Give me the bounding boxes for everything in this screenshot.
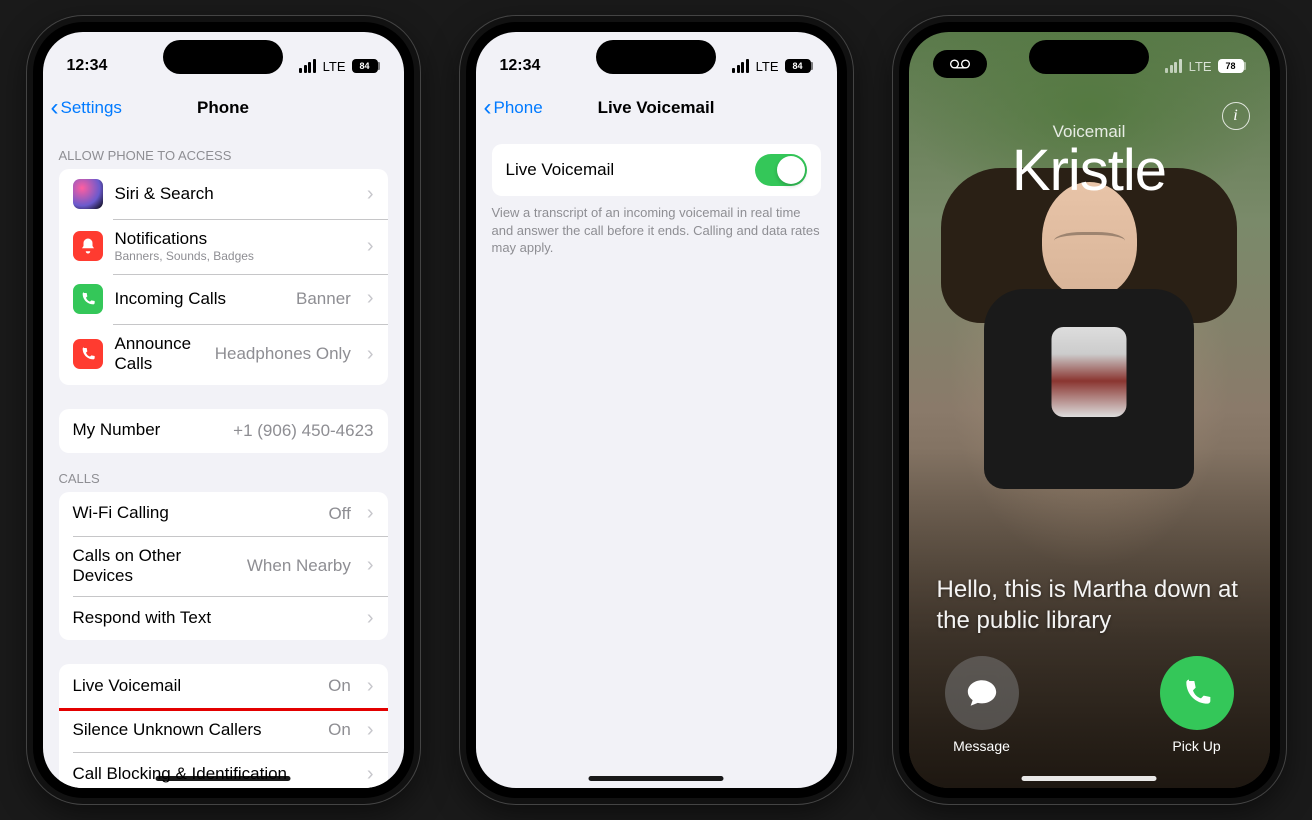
chevron-right-icon: › bbox=[367, 183, 374, 206]
row-siri-search[interactable]: Siri & Search › bbox=[59, 169, 388, 219]
chevron-left-icon: ‹ bbox=[484, 94, 492, 122]
row-label: Incoming Calls bbox=[115, 289, 285, 309]
home-indicator[interactable] bbox=[156, 776, 291, 781]
signal-icon bbox=[299, 59, 316, 73]
chevron-right-icon: › bbox=[367, 343, 374, 366]
dynamic-island bbox=[163, 40, 283, 74]
nav-bar: ‹Phone Live Voicemail bbox=[476, 86, 837, 130]
row-label: Call Blocking & Identification bbox=[73, 764, 351, 784]
cell-group-toggle: Live Voicemail bbox=[492, 144, 821, 196]
battery-icon: 84 bbox=[352, 59, 380, 73]
row-call-blocking[interactable]: Call Blocking & Identification › bbox=[59, 752, 388, 788]
network-label: LTE bbox=[323, 59, 346, 74]
row-announce-calls[interactable]: Announce Calls Headphones Only › bbox=[59, 324, 388, 385]
row-other-devices[interactable]: Calls on Other Devices When Nearby › bbox=[59, 536, 388, 597]
message-button[interactable]: Message bbox=[945, 656, 1019, 754]
phone-icon bbox=[1160, 656, 1234, 730]
phone-announce-icon bbox=[73, 339, 103, 369]
row-notifications[interactable]: NotificationsBanners, Sounds, Badges › bbox=[59, 219, 388, 274]
row-value: When Nearby bbox=[247, 556, 351, 576]
row-label: NotificationsBanners, Sounds, Badges bbox=[115, 229, 351, 264]
back-button[interactable]: ‹Phone bbox=[484, 94, 543, 122]
highlight-live-voicemail: Live Voicemail On › bbox=[59, 664, 388, 711]
row-silence-unknown[interactable]: Silence Unknown Callers On › bbox=[59, 708, 388, 752]
row-value: Banner bbox=[296, 289, 351, 309]
section-footer: View a transcript of an incoming voicema… bbox=[476, 196, 837, 257]
message-icon bbox=[945, 656, 1019, 730]
chevron-right-icon: › bbox=[367, 607, 374, 630]
chevron-right-icon: › bbox=[367, 235, 374, 258]
button-label: Pick Up bbox=[1172, 738, 1220, 754]
row-label: Respond with Text bbox=[73, 608, 351, 628]
status-time: 12:34 bbox=[67, 57, 108, 75]
chevron-right-icon: › bbox=[367, 502, 374, 525]
phone-incoming-icon bbox=[73, 284, 103, 314]
phone-mockup-live-voicemail: 12:34 LTE 84 ‹Phone Live Voicemail Live … bbox=[460, 16, 853, 804]
chevron-right-icon: › bbox=[367, 287, 374, 310]
back-label: Phone bbox=[494, 98, 543, 118]
row-live-voicemail[interactable]: Live Voicemail On › bbox=[59, 664, 388, 708]
row-incoming-calls[interactable]: Incoming Calls Banner › bbox=[59, 274, 388, 324]
network-label: LTE bbox=[756, 59, 779, 74]
button-label: Message bbox=[953, 738, 1010, 754]
battery-icon: 84 bbox=[785, 59, 813, 73]
row-value: On bbox=[328, 720, 351, 740]
row-label: Silence Unknown Callers bbox=[73, 720, 317, 740]
row-label: Live Voicemail bbox=[73, 676, 317, 696]
call-overlay: Voicemail Kristle Hello, this is Martha … bbox=[909, 32, 1270, 788]
home-indicator[interactable] bbox=[1022, 776, 1157, 781]
toggle-switch[interactable] bbox=[755, 154, 807, 186]
row-wifi-calling[interactable]: Wi-Fi Calling Off › bbox=[59, 492, 388, 536]
chevron-right-icon: › bbox=[367, 675, 374, 698]
home-indicator[interactable] bbox=[589, 776, 724, 781]
back-button[interactable]: ‹Settings bbox=[51, 94, 122, 122]
row-label: Wi-Fi Calling bbox=[73, 503, 317, 523]
dynamic-island bbox=[596, 40, 716, 74]
row-label: Live Voicemail bbox=[506, 160, 743, 180]
section-header-calls: CALLS bbox=[43, 453, 404, 492]
caller-name: Kristle bbox=[937, 142, 1242, 200]
phone-mockup-settings: 12:34 LTE 84 ‹Settings Phone ALLOW PHONE… bbox=[27, 16, 420, 804]
row-value: Off bbox=[328, 504, 350, 524]
call-buttons: Message Pick Up bbox=[937, 656, 1242, 788]
section-header-access: ALLOW PHONE TO ACCESS bbox=[43, 130, 404, 169]
siri-icon bbox=[73, 179, 103, 209]
chevron-right-icon: › bbox=[367, 763, 374, 786]
chevron-right-icon: › bbox=[367, 719, 374, 742]
signal-icon bbox=[732, 59, 749, 73]
phone-mockup-incoming-call: LTE 78 i Voicemail Kristle Hello, this i… bbox=[893, 16, 1286, 804]
row-live-voicemail-toggle: Live Voicemail bbox=[492, 144, 821, 196]
cell-group-voicemail: Live Voicemail On › Silence Unknown Call… bbox=[59, 664, 388, 788]
row-label: Siri & Search bbox=[115, 184, 351, 204]
cell-group-calls: Wi-Fi Calling Off › Calls on Other Devic… bbox=[59, 492, 388, 641]
pickup-button[interactable]: Pick Up bbox=[1160, 656, 1234, 754]
row-respond-text[interactable]: Respond with Text › bbox=[59, 596, 388, 640]
cell-group-access: Siri & Search › NotificationsBanners, So… bbox=[59, 169, 388, 385]
dynamic-island bbox=[1029, 40, 1149, 74]
row-value: Headphones Only bbox=[215, 344, 351, 364]
row-label: Calls on Other Devices bbox=[73, 546, 235, 587]
row-value: +1 (906) 450-4623 bbox=[233, 421, 373, 441]
row-my-number[interactable]: My Number +1 (906) 450-4623 bbox=[59, 409, 388, 453]
notifications-icon bbox=[73, 231, 103, 261]
chevron-left-icon: ‹ bbox=[51, 94, 59, 122]
status-time: 12:34 bbox=[500, 57, 541, 75]
live-transcript: Hello, this is Martha down at the public… bbox=[937, 574, 1242, 636]
chevron-right-icon: › bbox=[367, 554, 374, 577]
row-value: On bbox=[328, 676, 351, 696]
row-label: Announce Calls bbox=[115, 334, 203, 375]
nav-bar: ‹Settings Phone bbox=[43, 86, 404, 130]
back-label: Settings bbox=[61, 98, 122, 118]
cell-group-number: My Number +1 (906) 450-4623 bbox=[59, 409, 388, 453]
row-label: My Number bbox=[73, 420, 222, 440]
